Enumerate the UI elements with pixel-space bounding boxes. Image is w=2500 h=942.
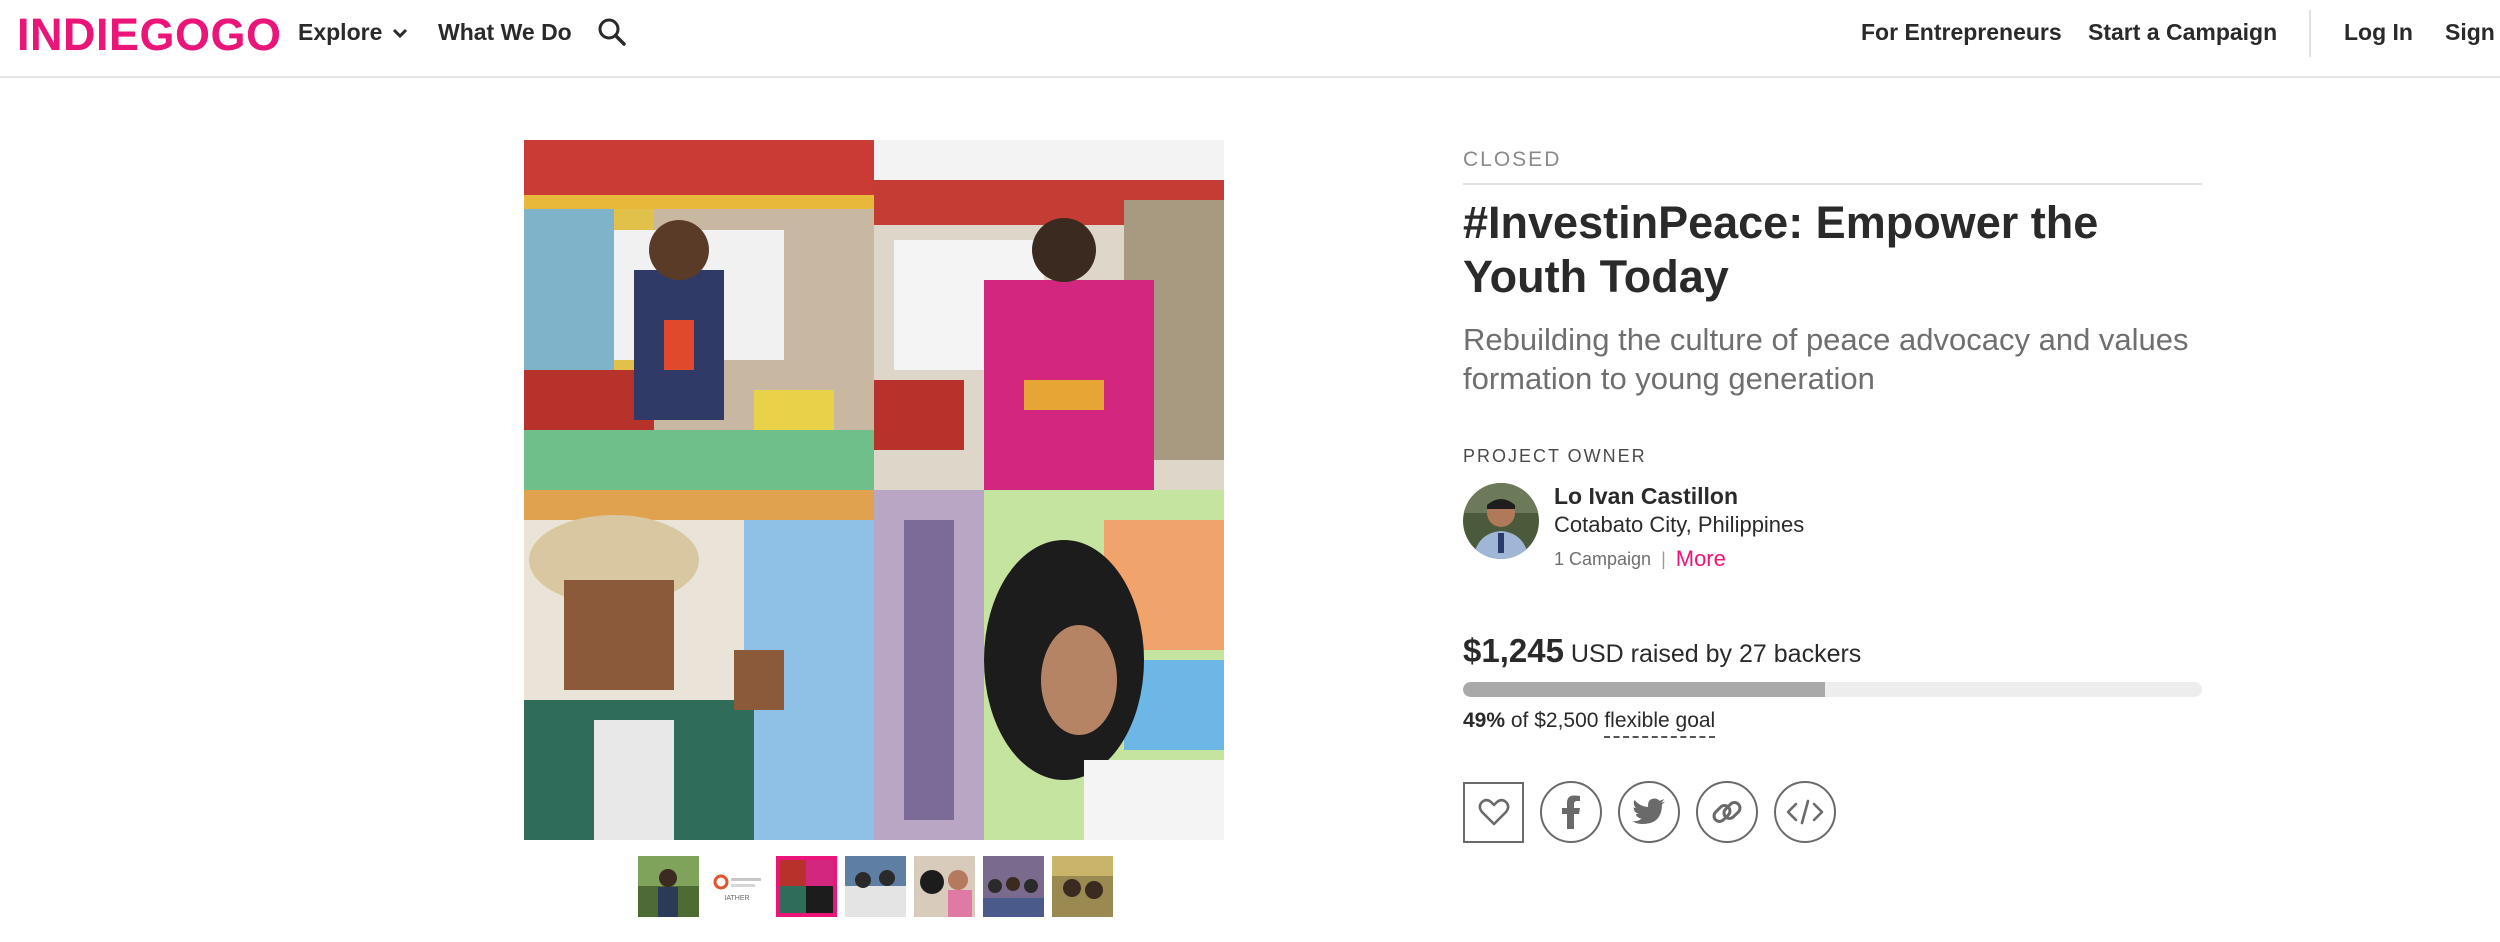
- share-facebook-button[interactable]: [1540, 781, 1602, 843]
- gallery-thumbnail-6[interactable]: [983, 856, 1044, 917]
- nav-sign-up[interactable]: Sign: [2445, 19, 2495, 46]
- search-icon: [598, 18, 626, 46]
- search-button[interactable]: [597, 17, 627, 47]
- thumbnail-image: [1052, 856, 1113, 917]
- avatar-image: [1463, 483, 1539, 559]
- project-owner-label: PROJECT OWNER: [1463, 446, 1647, 466]
- nav-explore[interactable]: Explore: [298, 19, 408, 46]
- gallery-thumbnails: IATHER: [638, 856, 1113, 917]
- thumbnail-image: [845, 856, 906, 917]
- heart-icon: [1478, 798, 1509, 826]
- facebook-icon: [1562, 795, 1580, 829]
- campaign-title: #InvestinPeace: Empower the Youth Today: [1463, 197, 2099, 302]
- raised-description: USD raised by 27 backers: [1570, 640, 1862, 668]
- campaign-status: CLOSED: [1463, 148, 1562, 171]
- link-icon: [1712, 801, 1742, 823]
- campaign-actions: [1463, 781, 1836, 843]
- owner-meta-separator: |: [1661, 548, 1666, 569]
- campaign-main-image[interactable]: [524, 140, 1224, 840]
- owner-location: Cotabato City, Philippines: [1554, 512, 1805, 537]
- gallery-thumbnail-3-active[interactable]: [776, 856, 837, 917]
- owner-campaign-count: 1 Campaign: [1554, 548, 1652, 569]
- thumbnail-image: [914, 856, 975, 917]
- thumbnail-image: IATHER: [707, 856, 768, 917]
- campaign-photo-collage: [524, 140, 1224, 840]
- campaign-tagline: Rebuilding the culture of peace advocacy…: [1463, 322, 2189, 396]
- gallery-thumbnail-2[interactable]: IATHER: [707, 856, 768, 917]
- funding-progress-fill: [1463, 682, 1826, 697]
- embed-icon: [1786, 799, 1824, 825]
- nav-divider: [2309, 10, 2311, 57]
- thumbnail-image: [638, 856, 699, 917]
- thumbnail-image: [776, 856, 837, 917]
- status-divider: [1463, 183, 2202, 185]
- goal-amount: of $2,500: [1510, 709, 1599, 732]
- owner-more-link[interactable]: More: [1676, 546, 1726, 572]
- copy-link-button[interactable]: [1696, 781, 1758, 843]
- owner-avatar[interactable]: [1463, 483, 1539, 559]
- funded-percent: 49%: [1463, 709, 1506, 732]
- owner-name[interactable]: Lo Ivan Castillon: [1554, 483, 1738, 510]
- indiegogo-logo[interactable]: INDIEGOGO: [17, 9, 282, 61]
- raised-amount: $1,245: [1463, 632, 1564, 669]
- flexible-goal-link[interactable]: flexible goal: [1604, 709, 1716, 738]
- nav-what-we-do[interactable]: What We Do: [438, 19, 572, 46]
- gallery-thumbnail-1[interactable]: [638, 856, 699, 917]
- thumbnail-image: [983, 856, 1044, 917]
- nav-for-entrepreneurs[interactable]: For Entrepreneurs: [1861, 19, 2062, 46]
- gallery-thumbnail-7[interactable]: [1052, 856, 1113, 917]
- nav-start-a-campaign[interactable]: Start a Campaign: [2088, 19, 2277, 46]
- funding-progress-bar: [1463, 682, 2202, 697]
- thumbnail-logo-text: IATHER: [724, 895, 749, 902]
- funding-goal: 49% of $2,500 flexible goal: [1463, 709, 1716, 738]
- follow-button[interactable]: [1463, 781, 1524, 843]
- top-navigation-bar: INDIEGOGO Explore What We Do For Entrepr…: [0, 0, 2500, 78]
- nav-log-in[interactable]: Log In: [2344, 19, 2413, 46]
- gallery-thumbnail-4[interactable]: [845, 856, 906, 917]
- twitter-icon: [1632, 798, 1665, 824]
- share-twitter-button[interactable]: [1618, 781, 1680, 843]
- embed-button[interactable]: [1774, 781, 1836, 843]
- owner-meta: 1 Campaign | More: [1554, 546, 1726, 572]
- funds-raised: $1,245 USD raised by 27 backers: [1463, 632, 1861, 670]
- nav-explore-label: Explore: [298, 19, 383, 45]
- gallery-thumbnail-5[interactable]: [914, 856, 975, 917]
- chevron-down-icon: [393, 28, 408, 38]
